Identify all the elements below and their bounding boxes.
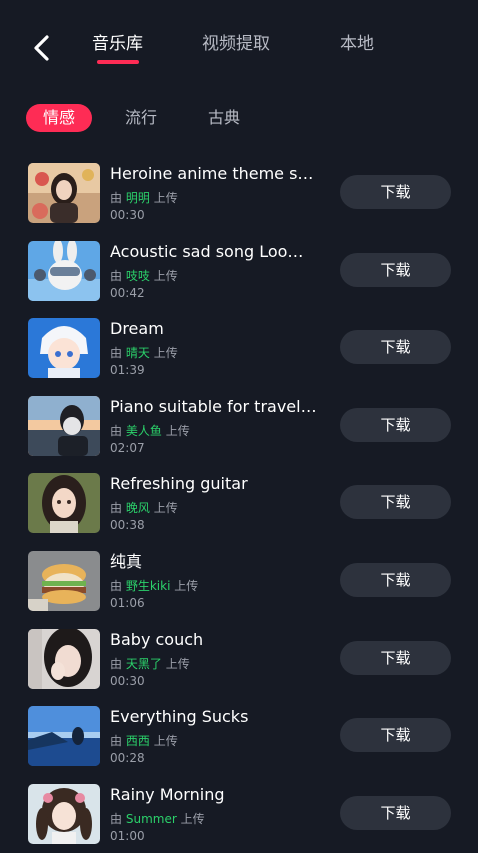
category-chip-classical[interactable]: 古典 bbox=[208, 104, 240, 132]
upload-suffix: 上传 bbox=[153, 191, 178, 205]
by-label: 由 bbox=[110, 501, 123, 516]
song-title: Baby couch bbox=[110, 629, 204, 649]
download-button[interactable]: 下载 bbox=[340, 640, 451, 675]
category-chip-pop[interactable]: 流行 bbox=[125, 104, 157, 132]
upload-suffix: 上传 bbox=[165, 423, 190, 438]
song-uploader-info: 由 晴天 上传 bbox=[110, 344, 178, 362]
download-button[interactable]: 下载 bbox=[340, 485, 451, 520]
upload-suffix: 上传 bbox=[174, 578, 199, 593]
song-duration: 00:38 bbox=[110, 518, 145, 533]
song-cover-image bbox=[28, 550, 100, 611]
song-title: Everything Sucks bbox=[110, 707, 249, 727]
uploader-name: 吱吱 bbox=[125, 268, 150, 283]
song-title: Refreshing guitar bbox=[110, 474, 248, 494]
song-row[interactable]: Acoustic sad song Loo… 由 吱吱 上传 00:42 下载 bbox=[0, 233, 478, 311]
song-cover-image bbox=[28, 706, 100, 767]
song-title: Acoustic sad song Loo… bbox=[110, 241, 304, 261]
song-row[interactable]: Rainy Morning 由 Summer 上传 01:00 下载 bbox=[0, 776, 478, 853]
song-row[interactable]: Refreshing guitar 由 晚风 上传 00:38 下载 bbox=[0, 465, 478, 543]
upload-suffix: 上传 bbox=[165, 656, 190, 671]
song-duration: 01:06 bbox=[110, 595, 145, 610]
by-label: 由 bbox=[110, 268, 123, 283]
song-row[interactable]: Dream 由 晴天 上传 01:39 下载 bbox=[0, 310, 478, 388]
song-row[interactable]: Baby couch 由 天黑了 上传 00:30 下载 bbox=[0, 621, 478, 699]
song-cover-image bbox=[28, 163, 100, 223]
download-button[interactable]: 下载 bbox=[340, 718, 451, 753]
song-list: Heroine anime theme s… 由 明明 上传 00:30 下载 … bbox=[0, 155, 478, 853]
download-button[interactable]: 下载 bbox=[340, 407, 451, 442]
song-duration: 00:30 bbox=[110, 673, 145, 688]
song-duration: 00:30 bbox=[110, 208, 145, 222]
upload-suffix: 上传 bbox=[153, 268, 178, 283]
song-row[interactable]: Heroine anime theme s… 由 明明 上传 00:30 下载 bbox=[0, 155, 478, 233]
song-cover-image bbox=[28, 473, 100, 534]
active-tab-indicator bbox=[96, 60, 139, 64]
song-uploader-info: 由 野生kiki 上传 bbox=[110, 577, 198, 595]
download-button[interactable]: 下载 bbox=[340, 252, 451, 287]
category-chip-emotion[interactable]: 情感 bbox=[26, 104, 93, 132]
song-uploader-info: 由 晚风 上传 bbox=[110, 499, 178, 517]
uploader-name: 西西 bbox=[125, 734, 150, 749]
song-title: Heroine anime theme s… bbox=[110, 164, 314, 183]
by-label: 由 bbox=[110, 191, 123, 205]
song-title: 纯真 bbox=[110, 551, 143, 571]
download-button[interactable]: 下载 bbox=[340, 175, 451, 209]
song-uploader-info: 由 Summer 上传 bbox=[110, 810, 205, 828]
song-duration: 01:00 bbox=[110, 828, 145, 843]
uploader-name: Summer bbox=[125, 811, 177, 826]
song-row[interactable]: Everything Sucks 由 西西 上传 00:28 下载 bbox=[0, 698, 478, 776]
song-title: Piano suitable for travel… bbox=[110, 396, 317, 416]
upload-suffix: 上传 bbox=[153, 734, 178, 749]
by-label: 由 bbox=[110, 734, 123, 749]
song-row[interactable]: Piano suitable for travel… 由 美人鱼 上传 02:0… bbox=[0, 388, 478, 466]
back-button[interactable] bbox=[26, 30, 56, 66]
song-duration: 00:28 bbox=[110, 751, 145, 766]
top-bar: 音乐库 视频提取 本地 bbox=[0, 0, 478, 80]
tab-local-label: 本地 bbox=[340, 34, 374, 54]
song-uploader-info: 由 天黑了 上传 bbox=[110, 655, 190, 673]
uploader-name: 明明 bbox=[125, 191, 150, 205]
by-label: 由 bbox=[110, 346, 123, 361]
by-label: 由 bbox=[110, 578, 123, 593]
by-label: 由 bbox=[110, 656, 123, 671]
song-cover-image bbox=[28, 395, 100, 456]
tab-local[interactable]: 本地 bbox=[340, 32, 374, 56]
song-duration: 02:07 bbox=[110, 440, 145, 455]
upload-suffix: 上传 bbox=[180, 811, 205, 826]
uploader-name: 晴天 bbox=[125, 346, 150, 361]
tab-music-library-label: 音乐库 bbox=[92, 34, 143, 54]
uploader-name: 美人鱼 bbox=[125, 423, 162, 438]
song-cover-image bbox=[28, 628, 100, 689]
song-cover-image bbox=[28, 783, 100, 844]
song-uploader-info: 由 西西 上传 bbox=[110, 732, 178, 750]
song-cover-image bbox=[28, 318, 100, 379]
song-uploader-info: 由 吱吱 上传 bbox=[110, 267, 178, 285]
by-label: 由 bbox=[110, 811, 123, 826]
uploader-name: 野生kiki bbox=[125, 578, 171, 593]
by-label: 由 bbox=[110, 423, 123, 438]
song-uploader-info: 由 美人鱼 上传 bbox=[110, 422, 190, 440]
download-button[interactable]: 下载 bbox=[340, 562, 451, 597]
uploader-name: 天黑了 bbox=[125, 656, 162, 671]
chevron-left-icon bbox=[34, 35, 49, 61]
tab-music-library[interactable]: 音乐库 bbox=[92, 32, 143, 64]
song-cover-image bbox=[28, 240, 100, 301]
upload-suffix: 上传 bbox=[153, 501, 178, 516]
tab-video-extract-label: 视频提取 bbox=[202, 34, 270, 54]
song-title: Rainy Morning bbox=[110, 784, 225, 804]
song-title: Dream bbox=[110, 319, 164, 339]
download-button[interactable]: 下载 bbox=[340, 795, 451, 830]
song-uploader-info: 由 明明 上传 bbox=[110, 189, 178, 207]
uploader-name: 晚风 bbox=[125, 501, 150, 516]
song-row[interactable]: 纯真 由 野生kiki 上传 01:06 下载 bbox=[0, 543, 478, 621]
song-duration: 01:39 bbox=[110, 363, 145, 378]
upload-suffix: 上传 bbox=[153, 346, 178, 361]
download-button[interactable]: 下载 bbox=[340, 330, 451, 365]
tab-video-extract[interactable]: 视频提取 bbox=[202, 32, 270, 56]
song-duration: 00:42 bbox=[110, 285, 145, 300]
